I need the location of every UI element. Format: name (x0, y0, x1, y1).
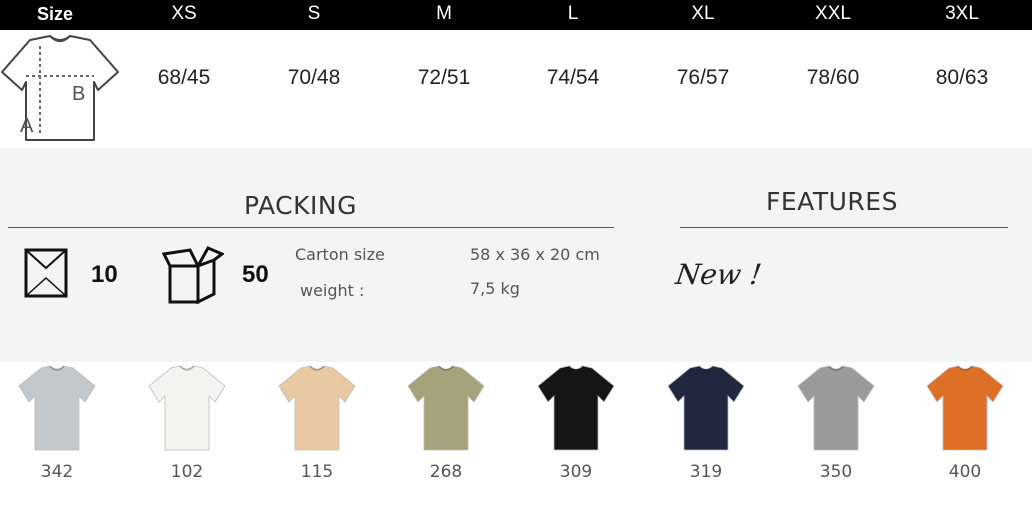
packing-title: PACKING (244, 191, 357, 220)
bag-count: 10 (91, 261, 118, 288)
color-swatch[interactable]: 400 (915, 362, 1015, 482)
size-value-m: 72/51 (417, 66, 471, 89)
size-header-row: Size XS S M L XL XXL 3XL (0, 0, 1032, 30)
tshirt-swatch-icon (18, 365, 96, 451)
color-code: 319 (689, 462, 723, 482)
color-swatches: 342 102 115 268 309 319 350 400 (0, 362, 1032, 521)
size-header-l: L (567, 3, 579, 24)
color-code: 115 (300, 462, 334, 482)
color-code: 342 (40, 462, 74, 482)
diagram-label-b: B (72, 83, 85, 105)
tshirt-swatch-icon (407, 365, 485, 451)
new-feature-label: New ! (673, 258, 764, 291)
carton-size-value: 58 x 36 x 20 cm (470, 245, 600, 264)
color-swatch[interactable]: 342 (7, 362, 107, 482)
size-header-label: Size (36, 4, 74, 24)
carton-size-label: Carton size (295, 245, 385, 264)
diagram-label-a: A (20, 115, 34, 137)
size-value-3xl: 80/63 (935, 66, 989, 89)
color-swatch[interactable]: 102 (137, 362, 237, 482)
weight-value: 7,5 kg (470, 279, 520, 298)
tshirt-swatch-icon (148, 365, 226, 451)
info-panel: PACKING FEATURES 10 50 Carton size weigh… (0, 148, 1032, 362)
carton-count: 50 (242, 261, 269, 288)
tshirt-swatch-icon (537, 365, 615, 451)
color-code: 309 (559, 462, 593, 482)
open-carton-icon (162, 246, 224, 304)
tshirt-swatch-icon (667, 365, 745, 451)
size-header-xs: XS (171, 3, 197, 24)
size-values-row: B A 68/45 70/48 72/51 74/54 76/57 78/60 … (0, 30, 1032, 148)
size-header-3xl: 3XL (945, 3, 979, 24)
tshirt-swatch-icon (926, 365, 1004, 451)
color-swatch[interactable]: 115 (267, 362, 367, 482)
envelope-bag-icon (24, 248, 68, 298)
features-title: FEATURES (766, 187, 898, 216)
features-divider (680, 227, 1008, 228)
size-value-l: 74/54 (546, 66, 600, 89)
color-code: 400 (948, 462, 982, 482)
size-header-m: M (436, 3, 452, 24)
tshirt-measurement-icon: B A (1, 35, 119, 141)
tshirt-swatch-icon (278, 365, 356, 451)
tshirt-swatch-icon (797, 365, 875, 451)
size-value-s: 70/48 (287, 66, 341, 89)
color-swatch[interactable]: 319 (656, 362, 756, 482)
weight-label: weight : (300, 281, 365, 300)
color-code: 268 (429, 462, 463, 482)
size-header-s: S (307, 3, 321, 24)
color-swatch[interactable]: 350 (786, 362, 886, 482)
color-code: 102 (170, 462, 204, 482)
color-swatch[interactable]: 268 (396, 362, 496, 482)
color-swatch[interactable]: 309 (526, 362, 626, 482)
size-value-xs: 68/45 (157, 66, 211, 89)
size-value-xxl: 78/60 (806, 66, 860, 89)
color-code: 350 (819, 462, 853, 482)
size-header-xxl: XXL (815, 3, 851, 24)
size-value-xl: 76/57 (676, 66, 730, 89)
size-header-xl: XL (691, 3, 715, 24)
packing-divider (8, 227, 614, 228)
